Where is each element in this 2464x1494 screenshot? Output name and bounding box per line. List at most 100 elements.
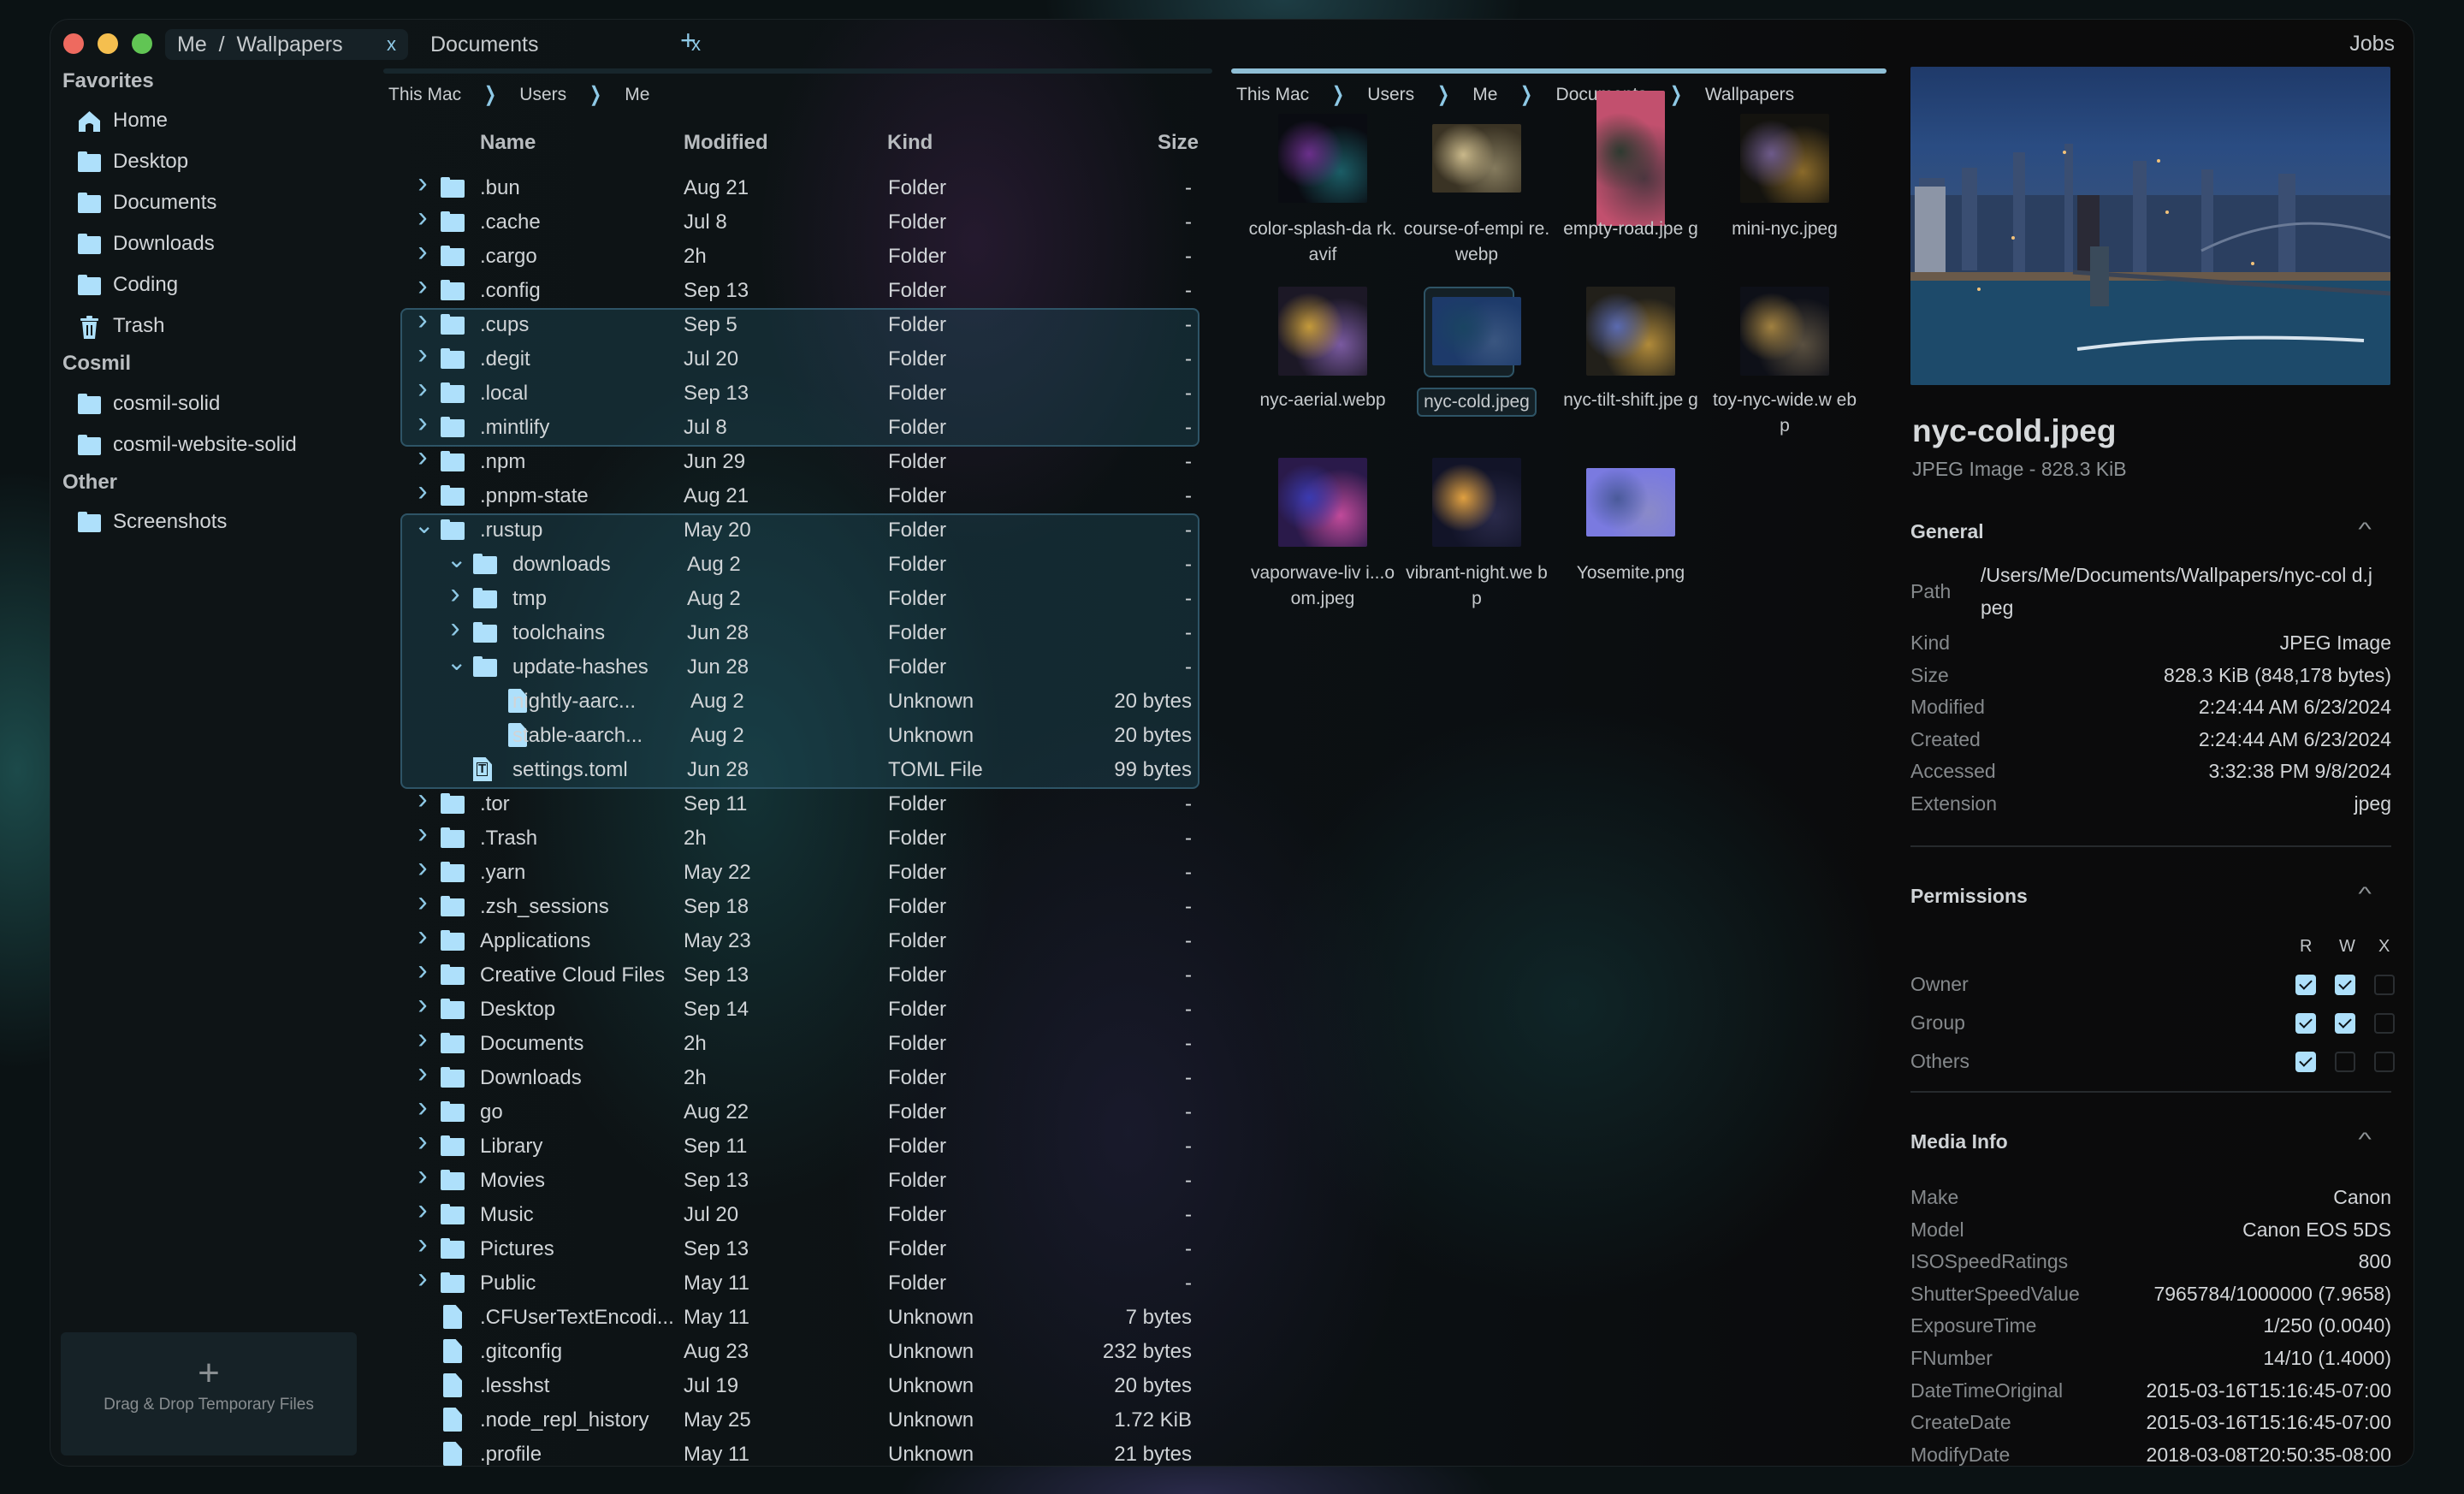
info-value[interactable]: Canon <box>2333 1186 2391 1209</box>
table-row[interactable]: › .pnpm-state Aug 21 Folder - <box>383 475 1212 513</box>
table-row[interactable]: .node_repl_history May 25 Unknown 1.72 KiB <box>383 1402 1212 1437</box>
table-row[interactable]: .profile May 11 Unknown 21 bytes <box>383 1437 1212 1466</box>
table-row[interactable]: › Music Jul 20 Folder - <box>383 1194 1212 1231</box>
table-row[interactable]: › Applications May 23 Folder - <box>383 920 1212 957</box>
chevron-right-icon[interactable]: › <box>414 988 431 1022</box>
permission-checkbox-others-w[interactable] <box>2335 1052 2355 1072</box>
table-row[interactable]: › .bun Aug 21 Folder - <box>383 167 1212 205</box>
chevron-right-icon[interactable]: › <box>414 201 431 234</box>
table-row[interactable]: ⌄ .rustup May 20 Folder - <box>383 511 1212 547</box>
chevron-down-icon[interactable]: ⌄ <box>447 648 466 676</box>
table-row[interactable]: › .degit Jul 20 Folder - <box>383 338 1212 376</box>
info-value[interactable]: 7965784/1000000 (7.9658) <box>2153 1283 2391 1306</box>
breadcrumb-item-me[interactable]: Me <box>625 85 649 105</box>
table-row[interactable]: › Desktop Sep 14 Folder - <box>383 988 1212 1026</box>
chevron-right-icon[interactable]: › <box>414 851 431 885</box>
table-row[interactable]: › Creative Cloud Files Sep 13 Folder - <box>383 954 1212 992</box>
table-row[interactable]: › Public May 11 Folder - <box>383 1262 1212 1300</box>
grid-item[interactable]: toy-nyc-wide.w ebp <box>1709 20 1860 670</box>
sidebar-item-home[interactable]: Home <box>78 106 168 135</box>
table-row[interactable]: › .tor Sep 11 Folder - <box>383 783 1212 821</box>
table-row[interactable]: › .npm Jun 29 Folder - <box>383 441 1212 478</box>
info-value[interactable]: 2018-03-08T20:50:35-08:00 <box>2147 1444 2391 1466</box>
chevron-right-icon[interactable]: › <box>414 1194 431 1227</box>
chevron-right-icon[interactable]: › <box>447 612 464 645</box>
collapse-media-icon[interactable]: ^ <box>2358 1129 2371 1151</box>
table-row[interactable]: › Documents 2h Folder - <box>383 1023 1212 1060</box>
column-header-size[interactable]: Size <box>1158 131 1199 155</box>
table-row[interactable]: › go Aug 22 Folder - <box>383 1091 1212 1129</box>
sidebar-item-cosmil-website-solid[interactable]: cosmil-website-solid <box>78 430 297 459</box>
breadcrumb-item-users[interactable]: Users <box>519 85 566 105</box>
table-row[interactable]: › Library Sep 11 Folder - <box>383 1125 1212 1163</box>
sidebar-item-documents[interactable]: Documents <box>78 188 216 217</box>
collapse-general-icon[interactable]: ^ <box>2358 519 2371 541</box>
chevron-right-icon[interactable]: › <box>447 578 464 611</box>
table-row[interactable]: ⌄ downloads Aug 2 Folder - <box>383 546 1212 581</box>
chevron-right-icon[interactable]: › <box>414 475 431 508</box>
chevron-right-icon[interactable]: › <box>414 372 431 406</box>
chevron-right-icon[interactable]: › <box>414 817 431 851</box>
chevron-down-icon[interactable]: ⌄ <box>414 511 434 539</box>
info-value[interactable]: 2:24:44 AM 6/23/2024 <box>2199 696 2391 719</box>
breadcrumb-item-this-mac[interactable]: This Mac <box>388 85 461 105</box>
info-value[interactable]: 828.3 KiB (848,178 bytes) <box>2164 664 2391 687</box>
permission-checkbox-group-x[interactable] <box>2374 1013 2395 1034</box>
grid-item[interactable]: Yosemite.png <box>1555 20 1706 670</box>
chevron-right-icon[interactable]: › <box>414 1023 431 1056</box>
table-row[interactable]: › .local Sep 13 Folder - <box>383 372 1212 410</box>
column-header-kind[interactable]: Kind <box>887 131 933 155</box>
table-row[interactable]: .CFUserTextEncodi... May 11 Unknown 7 bytes <box>383 1300 1212 1334</box>
info-value[interactable]: 2015-03-16T15:16:45-07:00 <box>2147 1411 2391 1434</box>
table-row[interactable]: ⌄ update-hashes Jun 28 Folder - <box>383 649 1212 684</box>
sidebar-item-downloads[interactable]: Downloads <box>78 229 215 258</box>
path-value[interactable]: /Users/Me/Documents/Wallpapers/nyc-col d… <box>1981 559 2383 624</box>
chevron-right-icon[interactable]: › <box>414 886 431 919</box>
chevron-right-icon[interactable]: › <box>414 1159 431 1193</box>
chevron-right-icon[interactable]: › <box>414 954 431 987</box>
chevron-right-icon[interactable]: › <box>414 406 431 440</box>
table-row[interactable]: › toolchains Jun 28 Folder - <box>383 612 1212 649</box>
permission-checkbox-others-x[interactable] <box>2374 1052 2395 1072</box>
sidebar-item-screenshots[interactable]: Screenshots <box>78 507 227 537</box>
table-row[interactable]: nightly-aarc... Aug 2 Unknown 20 bytes <box>383 684 1212 718</box>
sidebar-item-cosmil-solid[interactable]: cosmil-solid <box>78 389 220 418</box>
permission-checkbox-owner-x[interactable] <box>2374 975 2395 995</box>
table-row[interactable]: › Movies Sep 13 Folder - <box>383 1159 1212 1197</box>
chevron-right-icon[interactable]: › <box>414 167 431 200</box>
chevron-right-icon[interactable]: › <box>414 1228 431 1261</box>
chevron-right-icon[interactable]: › <box>414 304 431 337</box>
grid-item[interactable]: vibrant-night.we bp <box>1401 20 1552 670</box>
info-value[interactable]: 14/10 (1.4000) <box>2263 1347 2391 1370</box>
table-row[interactable]: › .mintlify Jul 8 Folder - <box>383 406 1212 444</box>
table-row[interactable]: Tsettings.toml Jun 28 TOML File 99 bytes <box>383 752 1212 786</box>
permission-checkbox-group-r[interactable] <box>2295 1013 2316 1034</box>
table-row[interactable]: › .config Sep 13 Folder - <box>383 270 1212 307</box>
info-value[interactable]: 2:24:44 AM 6/23/2024 <box>2199 728 2391 751</box>
chevron-right-icon[interactable]: › <box>414 783 431 816</box>
info-value[interactable]: 800 <box>2359 1250 2391 1273</box>
table-row[interactable]: › .cargo 2h Folder - <box>383 235 1212 273</box>
info-value[interactable]: 3:32:38 PM 9/8/2024 <box>2208 760 2391 783</box>
table-row[interactable]: stable-aarch... Aug 2 Unknown 20 bytes <box>383 718 1212 752</box>
permission-checkbox-owner-w[interactable] <box>2335 975 2355 995</box>
table-row[interactable]: › .yarn May 22 Folder - <box>383 851 1212 889</box>
chevron-right-icon[interactable]: › <box>414 338 431 371</box>
table-row[interactable]: .lesshst Jul 19 Unknown 20 bytes <box>383 1368 1212 1402</box>
table-row[interactable]: › tmp Aug 2 Folder - <box>383 578 1212 615</box>
permission-checkbox-others-r[interactable] <box>2295 1052 2316 1072</box>
temporary-files-dropzone[interactable]: + Drag & Drop Temporary Files <box>61 1332 357 1455</box>
grid-item[interactable]: vaporwave-liv i...oom.jpeg <box>1247 20 1398 670</box>
table-row[interactable]: .gitconfig Aug 23 Unknown 232 bytes <box>383 1334 1212 1368</box>
chevron-right-icon[interactable]: › <box>414 920 431 953</box>
column-header-name[interactable]: Name <box>480 131 536 155</box>
jobs-button[interactable]: Jobs <box>2349 32 2395 56</box>
chevron-right-icon[interactable]: › <box>414 441 431 474</box>
chevron-right-icon[interactable]: › <box>414 1091 431 1124</box>
sidebar-item-desktop[interactable]: Desktop <box>78 147 188 176</box>
collapse-permissions-icon[interactable]: ^ <box>2358 883 2371 905</box>
chevron-right-icon[interactable]: › <box>414 235 431 269</box>
table-row[interactable]: › .cache Jul 8 Folder - <box>383 201 1212 239</box>
table-row[interactable]: › .cups Sep 5 Folder - <box>383 304 1212 341</box>
table-row[interactable]: › .zsh_sessions Sep 18 Folder - <box>383 886 1212 923</box>
